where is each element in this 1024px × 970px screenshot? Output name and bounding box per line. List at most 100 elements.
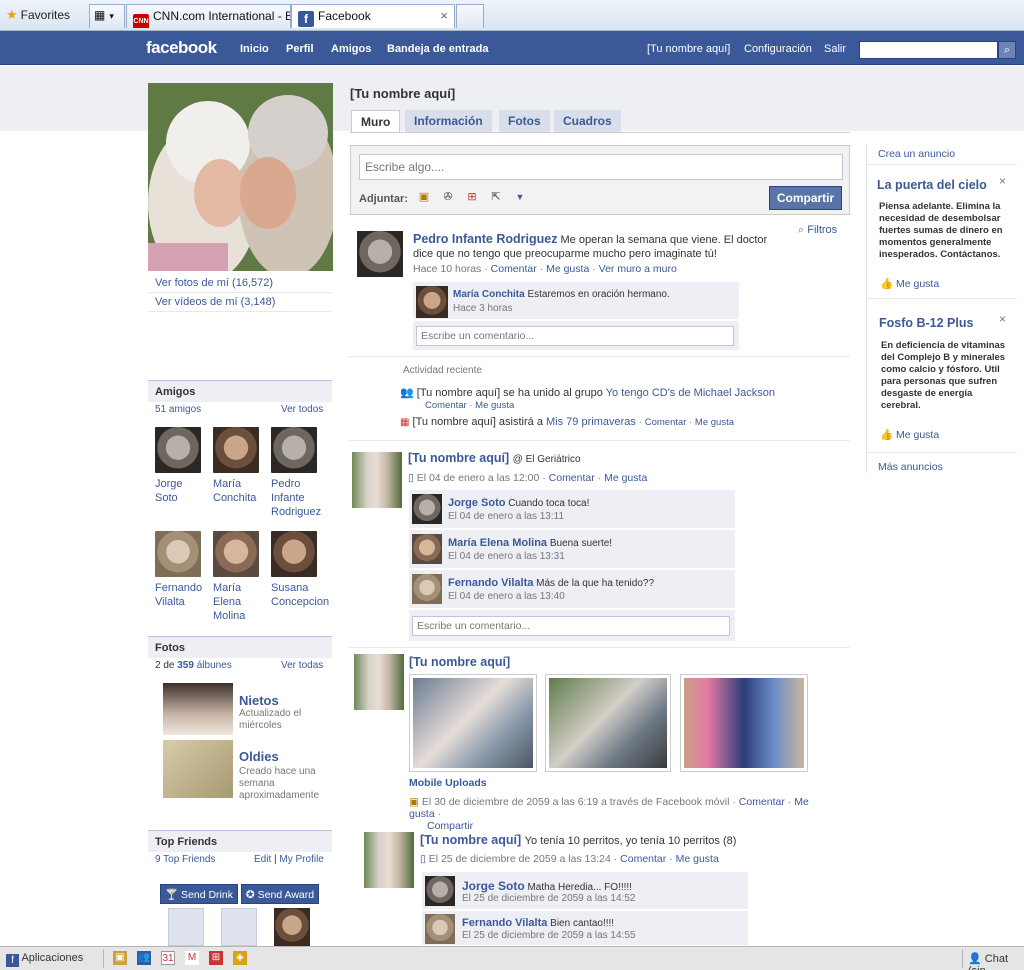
activity-actions: Comentar · Me gusta (425, 400, 515, 411)
divider (348, 356, 850, 357)
top-friend-avatar[interactable] (221, 908, 257, 946)
divider (148, 292, 332, 293)
comment-input[interactable]: Escribe un comentario... (416, 326, 734, 346)
post-avatar[interactable] (352, 452, 402, 508)
gmail-app-icon[interactable]: M (185, 951, 199, 965)
friends-count[interactable]: 51 amigos (155, 404, 201, 415)
comment-avatar[interactable] (412, 534, 442, 564)
ad-like-button[interactable]: 👍 Me gusta (880, 428, 939, 441)
friend-maria-elena-molina[interactable]: María Elena Molina (213, 531, 263, 623)
share-button[interactable]: Compartir (769, 186, 842, 210)
nav-user-name[interactable]: [Tu nombre aquí] (647, 43, 730, 55)
profile-picture[interactable] (148, 83, 333, 271)
browser-tab-cnn[interactable]: CNN CNN.com International - B... (126, 4, 291, 28)
events-app-icon[interactable]: 31 (161, 951, 175, 965)
create-ad-link[interactable]: Crea un anuncio (878, 148, 955, 160)
view-videos-link[interactable]: Ver vídeos de mí (3,148) (155, 296, 275, 308)
comment-item: María Conchita Estaremos en oración herm… (413, 282, 739, 320)
tab-grid-button[interactable]: ▦ ▾ (89, 4, 125, 28)
search-input[interactable] (859, 41, 998, 59)
new-tab-button[interactable] (456, 4, 484, 28)
favorites-button[interactable]: ★ Favorites (6, 7, 70, 23)
photos-app-icon[interactable]: ▣ (113, 951, 127, 965)
chat-button[interactable]: 👤 Chat (sin (968, 952, 1024, 970)
activity-event: ▦ [Tu nombre aquí] asistirá a Mis 79 pri… (400, 416, 734, 428)
gifts-app-icon[interactable]: ⊞ (209, 951, 223, 965)
post-avatar[interactable] (357, 231, 403, 277)
album-cover-nietos[interactable] (163, 683, 233, 735)
friend-avatar (155, 427, 201, 473)
search-button[interactable]: ⌕ (998, 41, 1016, 59)
photos-see-all[interactable]: Ver todas (281, 660, 323, 671)
nav-bandeja[interactable]: Bandeja de entrada (387, 43, 488, 55)
filters-link[interactable]: ⌕ Filtros (798, 224, 837, 237)
more-ads-link[interactable]: Más anuncios (878, 461, 943, 473)
mobile-upload-icon: ▣ (409, 796, 419, 808)
post-avatar[interactable] (354, 654, 404, 710)
close-ad-icon[interactable]: × (999, 174, 1006, 188)
comment-avatar[interactable] (412, 574, 442, 604)
album-cover-oldies[interactable] (163, 740, 233, 798)
group-icon: 👥 (400, 387, 414, 399)
friend-pedro-infante[interactable]: Pedro Infante Rodriguez (271, 427, 321, 519)
friend-fernando-vilalta[interactable]: Fernando Vilalta (155, 531, 205, 609)
friends-see-all[interactable]: Ver todos (281, 404, 323, 415)
album-title-nietos[interactable]: Nietos (239, 693, 279, 708)
photo-attach-icon[interactable]: ▣ (417, 191, 431, 203)
box-app-icon[interactable]: ◈ (233, 951, 247, 965)
nav-logout[interactable]: Salir (824, 43, 846, 55)
groups-app-icon[interactable]: 👥 (137, 951, 151, 965)
post-meta: ▯ El 04 de enero a las 12:00 · Comentar … (408, 472, 648, 484)
comment-avatar[interactable] (425, 914, 455, 944)
comment-input[interactable]: Escribe un comentario... (412, 616, 730, 636)
ad-title[interactable]: Fosfo B-12 Plus (879, 316, 973, 330)
send-drink-button[interactable]: 🍸 Send Drink (160, 884, 238, 904)
photo-thumbnail[interactable] (680, 674, 808, 772)
chevron-down-icon: ▾ (109, 11, 114, 21)
comment-avatar[interactable] (425, 876, 455, 906)
video-attach-icon[interactable]: ✇ (441, 191, 455, 203)
nav-perfil[interactable]: Perfil (286, 43, 314, 55)
post-author[interactable]: Pedro Infante Rodriguez (413, 232, 557, 246)
profile-name: [Tu nombre aquí] (350, 86, 456, 101)
post-author[interactable]: [Tu nombre aquí] (409, 655, 510, 669)
nav-settings[interactable]: Configuración (744, 43, 812, 55)
more-attach-dropdown[interactable]: ▼ (513, 191, 527, 203)
divider (148, 311, 332, 312)
top-friend-avatar[interactable] (274, 908, 310, 946)
link-attach-icon[interactable]: ⇱ (489, 191, 503, 203)
album-title-oldies[interactable]: Oldies (239, 749, 279, 764)
post-avatar[interactable] (364, 832, 414, 888)
browser-tab-facebook[interactable]: f Facebook × (291, 4, 455, 28)
album-link[interactable]: Mobile Uploads (409, 777, 487, 789)
friend-susana-concepcion[interactable]: Susana Concepcion (271, 531, 329, 609)
comment-avatar[interactable] (412, 494, 442, 524)
tab-informacion[interactable]: Información (405, 110, 492, 132)
ad-like-button[interactable]: 👍 Me gusta (880, 277, 939, 290)
top-friend-avatar[interactable] (168, 908, 204, 946)
friends-box-title: Amigos (148, 380, 332, 402)
top-friends-count[interactable]: 9 Top Friends (155, 854, 215, 865)
comment-avatar[interactable] (416, 286, 448, 318)
photo-thumbnail[interactable] (545, 674, 671, 772)
composer-input[interactable]: Escribe algo.... (359, 154, 843, 180)
profile-photo-art (148, 83, 333, 271)
tab-cuadros[interactable]: Cuadros (554, 110, 621, 132)
friend-maria-conchita[interactable]: María Conchita (213, 427, 263, 505)
nav-inicio[interactable]: Inicio (240, 43, 269, 55)
ad-title[interactable]: La puerta del cielo (877, 178, 987, 192)
facebook-logo[interactable]: facebook (146, 38, 217, 58)
send-award-button[interactable]: ✪ Send Award (241, 884, 319, 904)
search-icon: ⌕ (1003, 44, 1011, 56)
nav-amigos[interactable]: Amigos (331, 43, 371, 55)
close-tab-icon[interactable]: × (440, 8, 448, 23)
view-photos-link[interactable]: Ver fotos de mí (16,572) (155, 277, 273, 289)
tab-fotos[interactable]: Fotos (499, 110, 550, 132)
gift-attach-icon[interactable]: ⊞ (465, 191, 479, 203)
friend-jorge-soto[interactable]: Jorge Soto (155, 427, 205, 505)
tab-muro[interactable]: Muro (351, 110, 401, 133)
applications-button[interactable]: f Aplicaciones (6, 949, 98, 968)
divider (348, 440, 850, 441)
close-ad-icon[interactable]: × (999, 312, 1006, 326)
photo-thumbnail[interactable] (409, 674, 537, 772)
